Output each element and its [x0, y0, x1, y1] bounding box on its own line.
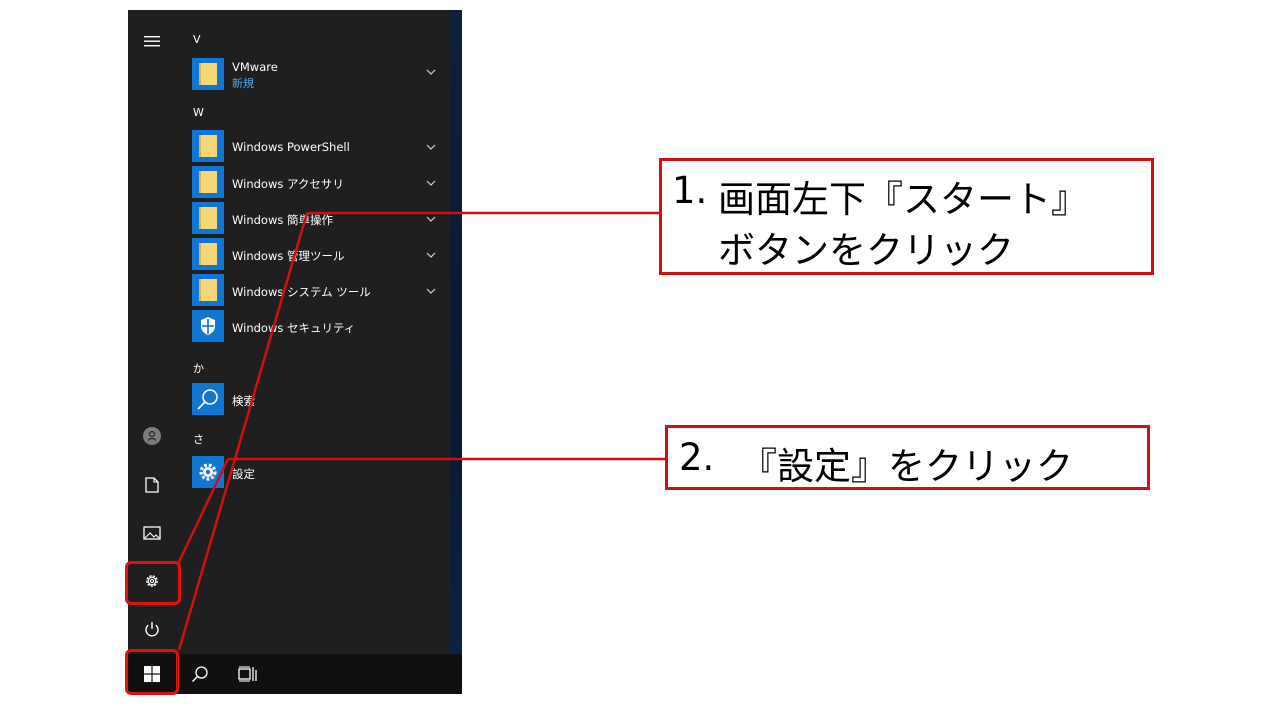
task-view-icon	[238, 666, 257, 682]
desktop-background	[450, 10, 462, 654]
folder-icon	[199, 207, 217, 229]
app-item-vmware[interactable]: VMware 新規	[192, 58, 446, 92]
chevron-down-icon[interactable]	[424, 176, 438, 190]
tile	[192, 274, 224, 306]
app-label: Windows セキュリティ	[232, 321, 356, 335]
section-header-v[interactable]: V	[193, 33, 201, 46]
callout-line-1: 『設定』をクリック	[740, 445, 1073, 488]
app-label: Windows アクセサリ	[232, 177, 344, 191]
app-item-windows-accessories[interactable]: Windows アクセサリ	[192, 166, 446, 200]
app-label: VMware	[232, 60, 278, 74]
folder-icon	[199, 279, 217, 301]
app-label: Windows PowerShell	[232, 140, 350, 154]
tile	[192, 310, 224, 342]
app-label: Windows 簡単操作	[232, 213, 333, 227]
callout-number: 2.	[679, 436, 715, 479]
callout-number: 1.	[672, 169, 708, 212]
power-icon	[145, 622, 159, 637]
app-label: 検索	[232, 394, 255, 408]
folder-icon	[199, 171, 217, 193]
chevron-down-icon[interactable]	[424, 140, 438, 154]
app-item-windows-security[interactable]: Windows セキュリティ	[192, 310, 446, 344]
callout-step-1: 1. 画面左下『スタート』 ボタンをクリック	[659, 158, 1154, 275]
documents-icon	[145, 477, 159, 493]
app-label: Windows システム ツール	[232, 285, 371, 299]
user-account-button[interactable]	[128, 416, 176, 456]
app-item-settings[interactable]: 設定	[192, 456, 446, 490]
taskbar-search-button[interactable]	[176, 654, 224, 694]
tile	[192, 166, 224, 198]
user-avatar-icon	[143, 427, 161, 445]
start-menu-left-rail	[128, 10, 176, 654]
app-item-windows-system-tools[interactable]: Windows システム ツール	[192, 274, 446, 308]
documents-button[interactable]	[128, 465, 176, 505]
section-header-w[interactable]: W	[193, 106, 204, 119]
app-label: Windows 管理ツール	[232, 249, 345, 263]
section-header-sa[interactable]: さ	[193, 431, 204, 447]
app-list: V VMware 新規 W Windows PowerShell Windows…	[176, 10, 450, 654]
folder-icon	[199, 63, 217, 85]
section-header-ka[interactable]: か	[193, 360, 204, 376]
callout-line-1: 画面左下『スタート』	[718, 178, 1088, 221]
app-item-windows-admin-tools[interactable]: Windows 管理ツール	[192, 238, 446, 272]
new-badge: 新規	[232, 77, 254, 90]
chevron-down-icon[interactable]	[424, 248, 438, 262]
chevron-down-icon[interactable]	[424, 212, 438, 226]
gear-icon	[199, 463, 217, 481]
app-item-windows-powershell[interactable]: Windows PowerShell	[192, 130, 446, 164]
callout-line-2: ボタンをクリック	[718, 229, 1014, 272]
power-button[interactable]	[128, 609, 176, 649]
search-icon	[197, 389, 218, 410]
task-view-button[interactable]	[224, 654, 272, 694]
tile	[192, 202, 224, 234]
chevron-down-icon[interactable]	[424, 284, 438, 298]
start-button-highlight	[125, 649, 179, 695]
app-item-search[interactable]: 検索	[192, 383, 446, 417]
folder-icon	[199, 135, 217, 157]
tile	[192, 130, 224, 162]
hamburger-menu-button[interactable]	[128, 21, 176, 61]
callout-step-2: 2. 『設定』をクリック	[665, 425, 1150, 490]
settings-button-highlight	[125, 561, 181, 605]
tile	[192, 58, 224, 90]
tile	[192, 456, 224, 488]
pictures-button[interactable]	[128, 513, 176, 553]
pictures-icon	[143, 526, 161, 540]
folder-icon	[199, 243, 217, 265]
shield-icon	[201, 317, 215, 335]
tile	[192, 238, 224, 270]
hamburger-menu-icon	[144, 36, 160, 47]
tile	[192, 383, 224, 415]
app-item-windows-ease-of-access[interactable]: Windows 簡単操作	[192, 202, 446, 236]
app-label: 設定	[232, 467, 255, 481]
search-icon	[191, 666, 208, 683]
chevron-down-icon[interactable]	[424, 65, 438, 79]
